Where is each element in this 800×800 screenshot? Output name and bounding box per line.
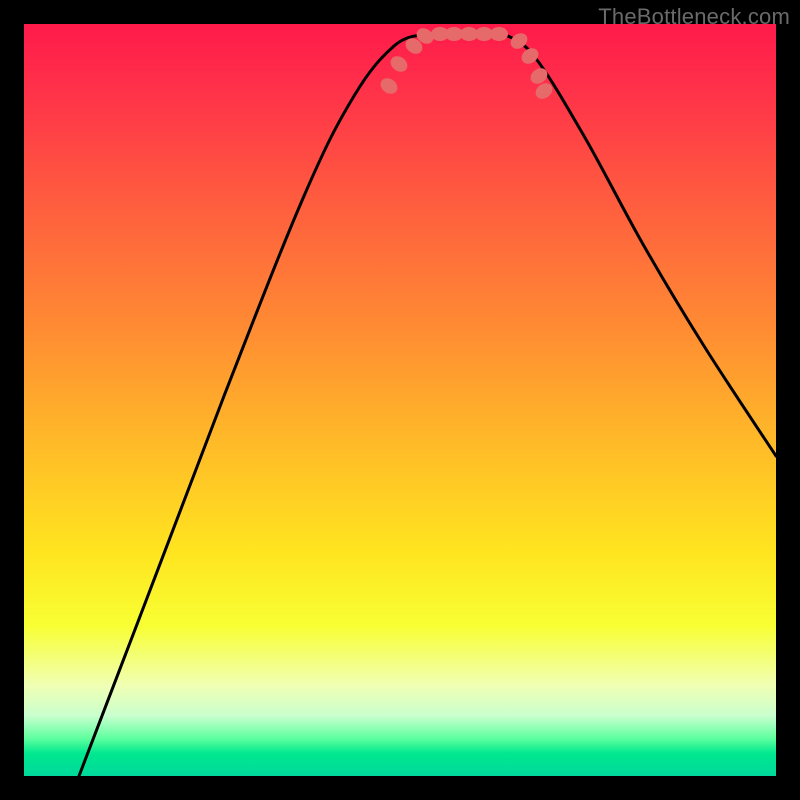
data-marker <box>378 75 401 97</box>
chart-svg <box>24 24 776 776</box>
data-markers <box>378 25 556 102</box>
watermark-text: TheBottleneck.com <box>598 4 790 30</box>
data-marker <box>490 27 508 41</box>
data-marker <box>388 53 411 75</box>
plot-area <box>24 24 776 776</box>
left-curve <box>79 34 424 776</box>
